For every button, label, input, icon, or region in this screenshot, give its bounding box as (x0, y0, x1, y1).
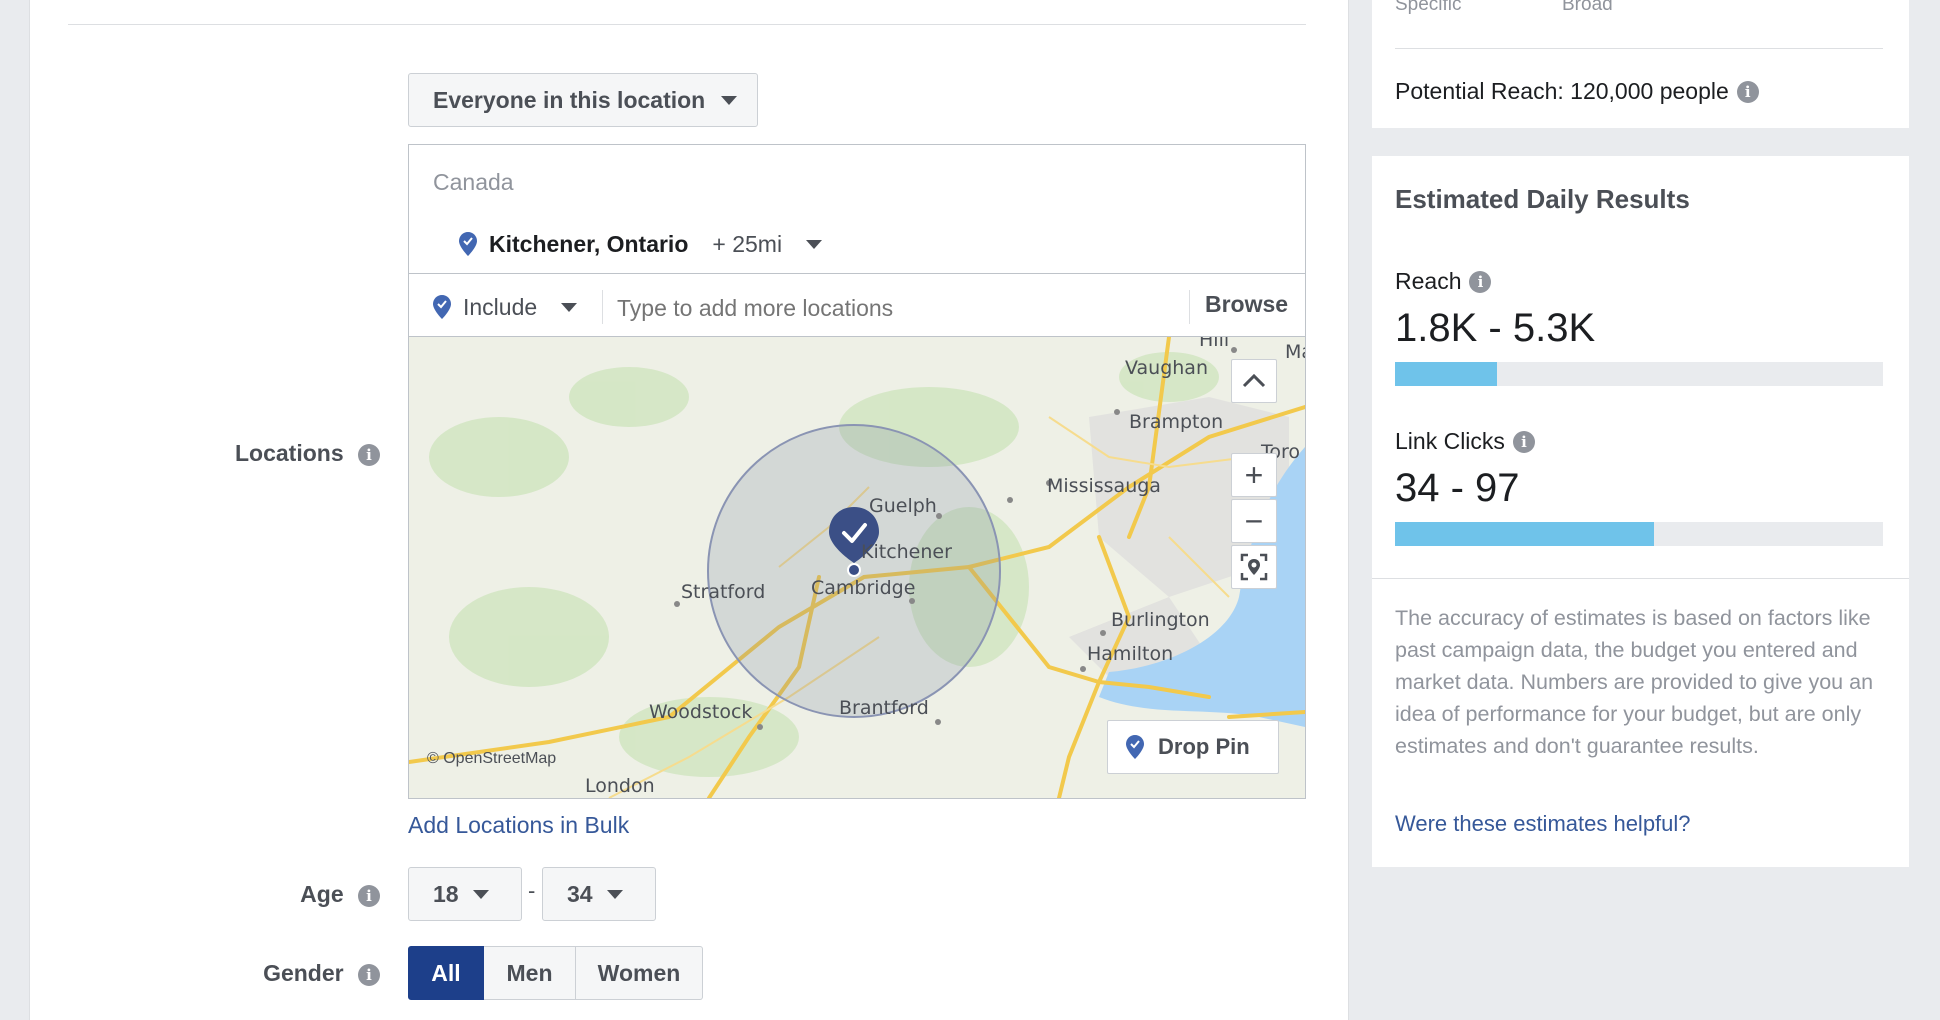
section-divider (68, 24, 1306, 25)
reach-bar (1395, 362, 1883, 386)
location-pin-icon (1126, 735, 1144, 759)
gender-label: Gender (263, 960, 344, 986)
gender-segmented-control: All Men Women (408, 946, 703, 1000)
map-place-label: Brantford (839, 697, 929, 719)
age-min-dropdown[interactable]: 18 (408, 867, 522, 921)
map-copyright: © OpenStreetMap (427, 750, 557, 767)
include-dropdown[interactable]: Include (433, 290, 578, 324)
collapse-map-button[interactable] (1231, 359, 1277, 403)
include-label: Include (463, 293, 538, 320)
link-clicks-value: 34 - 97 (1395, 466, 1520, 510)
location-search-input[interactable] (615, 285, 1129, 331)
age-separator: - (528, 878, 536, 903)
selected-location-name: Kitchener, Ontario (489, 230, 689, 257)
locations-label: Locations (234, 440, 344, 466)
divider (1372, 578, 1909, 579)
gender-option-all[interactable]: All (408, 946, 484, 1000)
map-place-label: Hamilton (1087, 643, 1174, 665)
potential-reach: Potential Reach: 120,000 people i (1395, 78, 1759, 105)
map-place-label: Burlington (1111, 609, 1210, 631)
link-clicks-bar-fill (1395, 522, 1654, 546)
chevron-down-icon (472, 889, 489, 899)
location-type-label: Everyone in this location (433, 86, 706, 113)
audience-scale-specific: Specific (1395, 0, 1462, 15)
separator (1189, 290, 1190, 324)
link-clicks-label-row: Link Clicks i (1395, 428, 1535, 455)
locations-label-row: Locations i (150, 440, 380, 467)
chevron-down-icon (606, 889, 623, 899)
chevron-down-icon (721, 95, 738, 105)
map-place-label: Kitchener (861, 541, 952, 563)
location-map[interactable]: Hill Ma Vaughan Brampton Toro Mississaug… (409, 337, 1305, 798)
age-label-row: Age i (150, 881, 380, 908)
estimates-feedback-link[interactable]: Were these estimates helpful? (1395, 811, 1691, 837)
chevron-down-icon[interactable] (806, 239, 823, 249)
add-locations-bulk-link[interactable]: Add Locations in Bulk (408, 812, 629, 839)
map-place-label: Brampton (1129, 411, 1224, 433)
map-place-label: Stratford (681, 581, 766, 603)
map-place-label: Ma (1285, 341, 1305, 363)
zoom-out-button[interactable]: − (1231, 499, 1277, 543)
age-min-value: 18 (433, 880, 459, 907)
info-icon[interactable]: i (1469, 270, 1492, 293)
info-icon[interactable]: i (1512, 430, 1535, 453)
info-icon[interactable]: i (358, 443, 380, 466)
country-heading: Canada (433, 169, 514, 195)
locate-button[interactable] (1231, 545, 1277, 589)
drop-pin-label: Drop Pin (1158, 734, 1250, 759)
info-icon[interactable]: i (1736, 80, 1759, 103)
browse-button[interactable]: Browse (1205, 291, 1288, 318)
location-pin-icon (459, 232, 477, 256)
info-icon[interactable]: i (358, 884, 380, 907)
gender-option-men[interactable]: Men (484, 946, 576, 1000)
chevron-down-icon (561, 302, 578, 312)
selected-location-item[interactable]: Kitchener, Ontario + 25mi (459, 227, 823, 261)
location-type-dropdown[interactable]: Everyone in this location (408, 73, 758, 127)
map-place-label: Cambridge (811, 577, 916, 599)
age-label: Age (300, 881, 344, 907)
separator (602, 290, 603, 324)
zoom-in-button[interactable]: + (1231, 453, 1277, 497)
locate-pin-icon (1240, 553, 1268, 581)
info-icon[interactable]: i (358, 963, 380, 986)
link-clicks-bar (1395, 522, 1883, 546)
reach-value: 1.8K - 5.3K (1395, 306, 1596, 350)
reach-label-row: Reach i (1395, 268, 1492, 295)
drop-pin-button[interactable]: Drop Pin (1107, 720, 1279, 774)
reach-label: Reach (1395, 268, 1462, 294)
map-place-label: London (585, 775, 655, 797)
estimates-disclaimer: The accuracy of estimates is based on fa… (1395, 606, 1874, 758)
gender-option-women[interactable]: Women (576, 946, 703, 1000)
map-place-label: Vaughan (1125, 357, 1208, 379)
link-clicks-label: Link Clicks (1395, 428, 1505, 454)
location-selector: Canada Kitchener, Ontario + 25mi Include… (408, 144, 1306, 799)
location-pin-icon (433, 295, 451, 319)
age-max-dropdown[interactable]: 34 (542, 867, 656, 921)
map-place-label: Mississauga (1047, 475, 1161, 497)
map-place-label: Guelph (869, 495, 937, 517)
reach-bar-fill (1395, 362, 1498, 386)
map-place-label: Woodstock (649, 701, 753, 723)
potential-reach-text: Potential Reach: 120,000 people (1395, 78, 1729, 104)
audience-scale-broad: Broad (1562, 0, 1613, 15)
estimated-daily-results-card: Estimated Daily Results Reach i 1.8K - 5… (1372, 156, 1909, 867)
chevron-up-icon (1242, 374, 1266, 388)
age-max-value: 34 (567, 880, 593, 907)
radius-value[interactable]: + 25mi (712, 231, 782, 258)
divider (1395, 48, 1883, 49)
audience-size-card: Specific Broad Potential Reach: 120,000 … (1372, 0, 1909, 128)
gender-label-row: Gender i (150, 960, 380, 987)
card-title: Estimated Daily Results (1395, 184, 1690, 214)
divider (409, 273, 1305, 274)
map-place-label: Hill (1199, 337, 1230, 351)
